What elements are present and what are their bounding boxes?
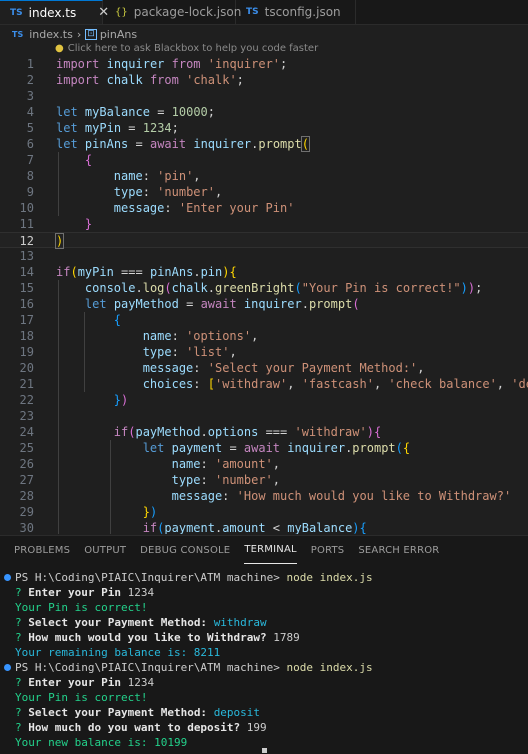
terminal-line: Your Pin is correct! <box>15 601 148 614</box>
code-line: 7 { <box>26 153 93 167</box>
terminal-cursor <box>262 748 267 753</box>
code-editor[interactable]: 1 import inquirer from 'inquirer'; 2 impor… <box>0 56 528 534</box>
code-line: 22 }) <box>19 393 129 407</box>
current-code-line: 12) <box>0 232 528 249</box>
variable-symbol-icon: ⊡ <box>85 28 97 40</box>
json-icon: {} <box>115 6 128 18</box>
code-line: 10 message: 'Enter your Pin' <box>19 201 295 215</box>
code-line: 18 name: 'options', <box>19 329 259 343</box>
code-line: 9 type: 'number', <box>26 185 223 199</box>
terminal-line: ? Enter your Pin 1234 <box>15 676 155 689</box>
terminal-line: PS H:\Coding\PIAIC\Inquirer\ATM machine>… <box>0 660 528 675</box>
code-line: 1 import inquirer from 'inquirer'; <box>26 57 288 71</box>
bottom-panel: PROBLEMS OUTPUT DEBUG CONSOLE TERMINAL P… <box>0 535 528 754</box>
code-line: 11 } <box>19 217 93 231</box>
code-line: 5 let myPin = 1234; <box>26 121 179 135</box>
tab-label: tsconfig.json <box>264 5 341 19</box>
code-line: 28 message: 'How much would you like to … <box>19 489 512 503</box>
code-line: 20 message: 'Select your Payment Method:… <box>19 361 425 375</box>
code-line: 24 if(payMethod.options === 'withdraw'){ <box>19 425 382 439</box>
code-line: 15 console.log(chalk.greenBright("Your P… <box>19 281 483 295</box>
terminal-line: ? Enter your Pin 1234 <box>15 586 155 599</box>
typescript-icon: TS <box>12 29 24 39</box>
lightbulb-icon: ● <box>55 43 64 54</box>
breadcrumb-symbol[interactable]: pinAns <box>100 28 137 41</box>
tab-debug-console[interactable]: DEBUG CONSOLE <box>140 536 230 564</box>
tab-index-ts[interactable]: TS index.ts ✕ <box>0 0 109 24</box>
command-status-dot-icon <box>4 574 11 581</box>
tab-output[interactable]: OUTPUT <box>84 536 126 564</box>
chevron-right-icon: › <box>76 27 82 41</box>
tab-search-error[interactable]: SEARCH ERROR <box>358 536 439 564</box>
tab-ports[interactable]: PORTS <box>311 536 345 564</box>
code-line: 8 name: 'pin', <box>26 169 201 183</box>
code-line: 23 <box>19 409 34 423</box>
command-status-dot-icon <box>4 664 11 671</box>
code-line: 14 if(myPin === pinAns.pin){ <box>19 265 237 279</box>
terminal-line: ? How much do you want to deposit? 199 <box>15 721 267 734</box>
code-line: 6 let pinAns = await inquirer.prompt( <box>26 136 311 152</box>
code-line: 26 name: 'amount', <box>19 457 280 471</box>
code-line: 2 import chalk from 'chalk'; <box>26 73 244 87</box>
code-line: 30 if(payment.amount < myBalance){ <box>19 521 367 534</box>
code-line: 3 <box>26 89 34 103</box>
code-line: 19 type: 'list', <box>19 345 237 359</box>
code-line: 17 { <box>19 313 122 327</box>
terminal-line: PS H:\Coding\PIAIC\Inquirer\ATM machine>… <box>0 570 528 585</box>
code-line: 13 <box>19 249 34 263</box>
breadcrumb: TS index.ts › ⊡ pinAns <box>0 26 528 42</box>
blackbox-hint[interactable]: ● Click here to ask Blackbox to help you … <box>55 43 318 54</box>
tab-label: package-lock.json <box>133 5 242 19</box>
code-line: 25 let payment = await inquirer.prompt({ <box>19 441 411 455</box>
breadcrumb-file[interactable]: index.ts <box>29 28 73 41</box>
tab-terminal[interactable]: TERMINAL <box>244 536 297 564</box>
tab-package-lock-json[interactable]: {} package-lock.json <box>103 0 241 24</box>
tab-label: index.ts <box>28 5 77 20</box>
terminal-line: ? How much would you like to Withdraw? 1… <box>15 631 300 644</box>
panel-tab-bar: PROBLEMS OUTPUT DEBUG CONSOLE TERMINAL P… <box>0 536 528 564</box>
typescript-icon: TS <box>246 7 259 17</box>
tab-tsconfig-json[interactable]: TS tsconfig.json <box>236 0 356 24</box>
terminal-line: Your Pin is correct! <box>15 691 148 704</box>
terminal-line: ? Select your Payment Method: withdraw <box>15 616 267 629</box>
terminal-line: Your remaining balance is: 8211 <box>15 646 221 659</box>
code-line: 29 }) <box>19 505 158 519</box>
terminal-line: ? Select your Payment Method: deposit <box>15 706 261 719</box>
editor-tab-bar: TS index.ts ✕ {} package-lock.json TS ts… <box>0 0 528 25</box>
code-line: 4 let myBalance = 10000; <box>26 105 216 119</box>
typescript-icon: TS <box>10 7 23 18</box>
tab-problems[interactable]: PROBLEMS <box>14 536 70 564</box>
code-line: 27 type: 'number', <box>19 473 280 487</box>
code-line: 16 let payMethod = await inquirer.prompt… <box>19 297 360 311</box>
code-line: 21 choices: ['withdraw', 'fastcash', 'ch… <box>19 377 528 391</box>
